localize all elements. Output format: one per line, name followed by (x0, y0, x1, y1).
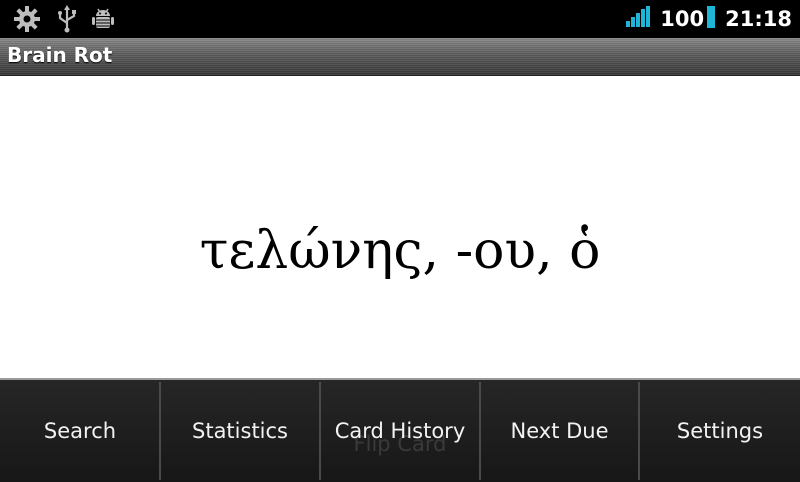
settings-gear-icon (12, 4, 42, 34)
menu-item-next-due[interactable]: Next Due (481, 380, 638, 482)
flashcard-area[interactable]: τελώνης, -ου, ὁ (0, 76, 800, 378)
status-bar: 100 21:18 (0, 0, 800, 38)
signal-strength-icon (626, 6, 651, 32)
clock: 21:18 (725, 7, 792, 31)
app-title: Brain Rot (7, 43, 113, 67)
app-title-bar: Brain Rot (0, 38, 800, 76)
status-right: 100 21:18 (626, 0, 792, 38)
menu-item-search[interactable]: Search (0, 380, 160, 482)
menu-item-card-history[interactable]: Card History (321, 380, 479, 482)
battery-icon (707, 6, 716, 32)
usb-icon (52, 4, 82, 34)
card-word: τελώνης, -ου, ὁ (199, 221, 601, 281)
battery-level: 100 (660, 7, 705, 31)
menu-item-statistics[interactable]: Statistics (161, 380, 319, 482)
options-menu: Flip Card Search Statistics Card History… (0, 378, 800, 482)
menu-item-settings[interactable]: Settings (640, 380, 800, 482)
android-debug-icon (88, 4, 118, 34)
